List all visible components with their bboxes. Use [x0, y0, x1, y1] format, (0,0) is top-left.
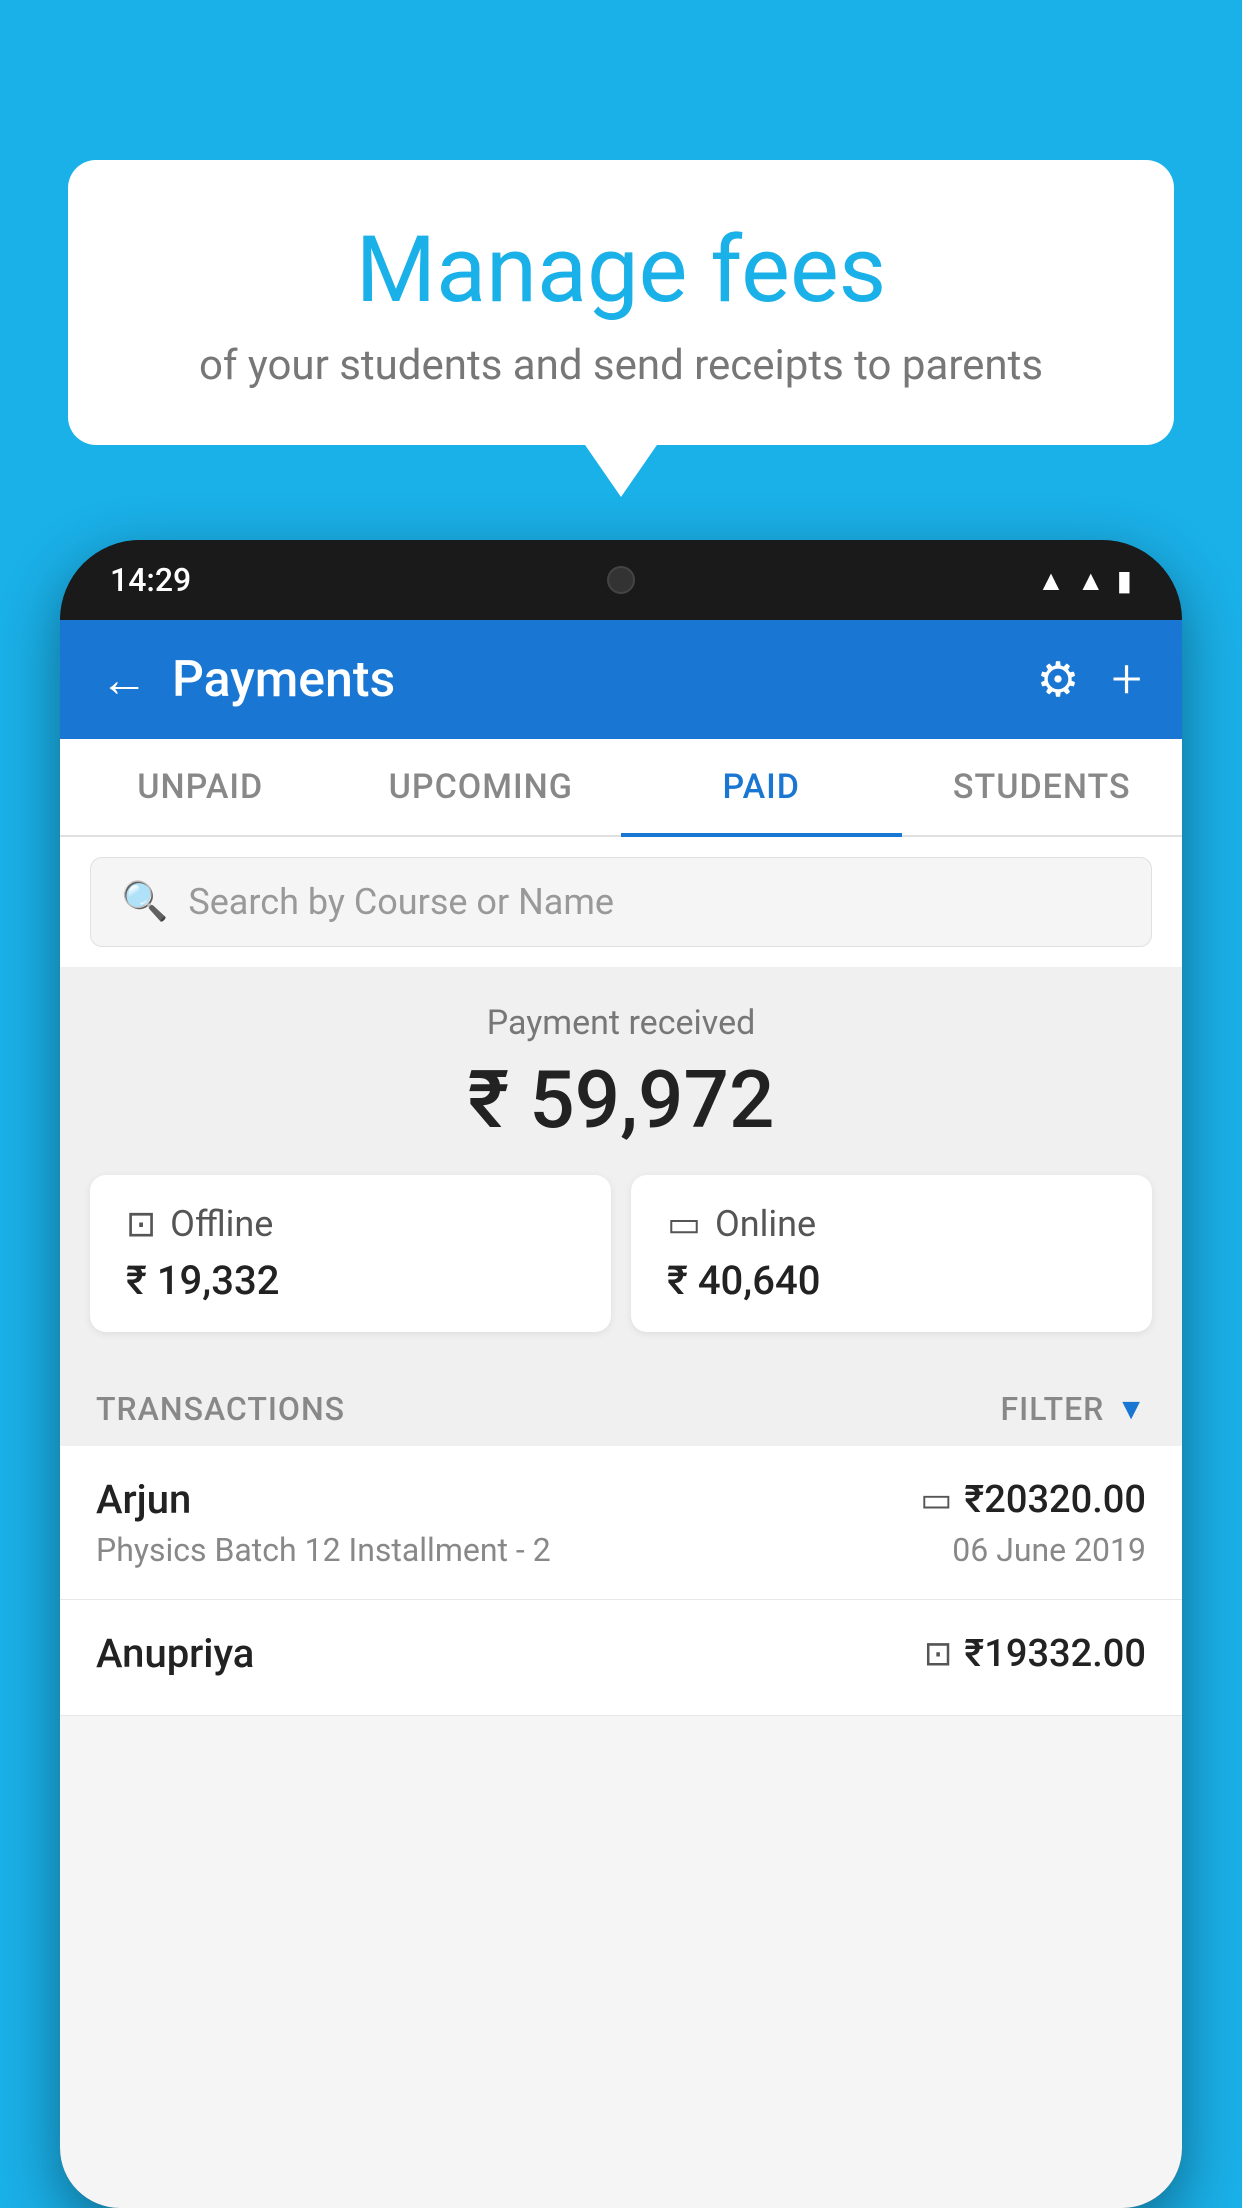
tabs-bar: UNPAID UPCOMING PAID STUDENTS — [60, 739, 1182, 837]
transaction-amount-2: ₹19332.00 — [964, 1632, 1146, 1676]
tab-upcoming[interactable]: UPCOMING — [341, 739, 622, 835]
tab-unpaid[interactable]: UNPAID — [60, 739, 341, 835]
offline-label: Offline — [170, 1203, 273, 1245]
transaction-item-anupriya[interactable]: Anupriya ⊡ ₹19332.00 — [60, 1600, 1182, 1716]
transactions-label: TRANSACTIONS — [96, 1390, 345, 1428]
online-transaction-icon: ▭ — [920, 1480, 952, 1520]
offline-amount: ₹ 19,332 — [126, 1257, 575, 1304]
transaction-name-2: Anupriya — [96, 1630, 254, 1677]
transaction-row2: Physics Batch 12 Installment - 2 06 June… — [96, 1531, 1146, 1569]
offline-payment-icon: ⊡ — [126, 1203, 156, 1245]
bubble-subtitle: of your students and send receipts to pa… — [118, 341, 1124, 390]
page-title: Payments — [172, 651, 395, 709]
status-icons: ▲ ▲ ▮ — [1037, 564, 1132, 597]
header-left: ← Payments — [100, 651, 395, 709]
payment-received-section: Payment received ₹ 59,972 ⊡ Offline ₹ 19… — [60, 967, 1182, 1362]
app-screen: ← Payments ⚙ + UNPAID UPCOMING PAID STUD… — [60, 620, 1182, 2208]
filter-label: FILTER — [1001, 1390, 1105, 1428]
speech-bubble: Manage fees of your students and send re… — [68, 160, 1174, 445]
payment-total-amount: ₹ 59,972 — [90, 1053, 1152, 1147]
wifi-icon: ▲ — [1037, 564, 1065, 597]
header-right: ⚙ + — [1036, 648, 1142, 711]
app-header: ← Payments ⚙ + — [60, 620, 1182, 739]
transaction-amount-container-2: ⊡ ₹19332.00 — [924, 1632, 1146, 1676]
bubble-title: Manage fees — [118, 220, 1124, 321]
offline-card-top: ⊡ Offline — [126, 1203, 575, 1245]
online-payment-icon: ▭ — [667, 1203, 701, 1245]
phone-notch — [581, 540, 661, 620]
transactions-header: TRANSACTIONS FILTER ▼ — [60, 1362, 1182, 1446]
camera — [607, 566, 635, 594]
online-amount: ₹ 40,640 — [667, 1257, 1116, 1304]
payment-cards: ⊡ Offline ₹ 19,332 ▭ Online ₹ 40,640 — [90, 1175, 1152, 1332]
status-time: 14:29 — [110, 561, 191, 599]
transaction-name: Arjun — [96, 1476, 191, 1523]
gear-icon[interactable]: ⚙ — [1036, 651, 1079, 708]
offline-transaction-icon: ⊡ — [924, 1634, 953, 1674]
payment-label: Payment received — [90, 1003, 1152, 1043]
offline-card: ⊡ Offline ₹ 19,332 — [90, 1175, 611, 1332]
search-bar[interactable]: 🔍 Search by Course or Name — [90, 857, 1152, 947]
transaction-date: 06 June 2019 — [952, 1531, 1146, 1569]
transaction-amount-container: ▭ ₹20320.00 — [920, 1478, 1146, 1522]
signal-icon: ▲ — [1077, 564, 1105, 597]
transaction-course: Physics Batch 12 Installment - 2 — [96, 1531, 551, 1569]
tab-paid[interactable]: PAID — [621, 739, 902, 835]
search-container: 🔍 Search by Course or Name — [60, 837, 1182, 967]
transaction-row1-2: Anupriya ⊡ ₹19332.00 — [96, 1630, 1146, 1677]
add-button[interactable]: + — [1111, 648, 1142, 711]
online-card-top: ▭ Online — [667, 1203, 1116, 1245]
transaction-item-arjun[interactable]: Arjun ▭ ₹20320.00 Physics Batch 12 Insta… — [60, 1446, 1182, 1600]
status-bar: 14:29 ▲ ▲ ▮ — [60, 540, 1182, 620]
online-label: Online — [715, 1203, 816, 1245]
transaction-row1: Arjun ▭ ₹20320.00 — [96, 1476, 1146, 1523]
battery-icon: ▮ — [1117, 564, 1132, 597]
phone-frame: 14:29 ▲ ▲ ▮ ← Payments ⚙ + UNPAID — [60, 540, 1182, 2208]
search-icon: 🔍 — [121, 880, 168, 924]
filter-icon: ▼ — [1116, 1392, 1146, 1427]
online-card: ▭ Online ₹ 40,640 — [631, 1175, 1152, 1332]
transaction-amount: ₹20320.00 — [964, 1478, 1146, 1522]
search-input[interactable]: Search by Course or Name — [188, 881, 614, 923]
tab-students[interactable]: STUDENTS — [902, 739, 1183, 835]
back-button[interactable]: ← — [100, 651, 148, 708]
filter-container[interactable]: FILTER ▼ — [1001, 1390, 1147, 1428]
